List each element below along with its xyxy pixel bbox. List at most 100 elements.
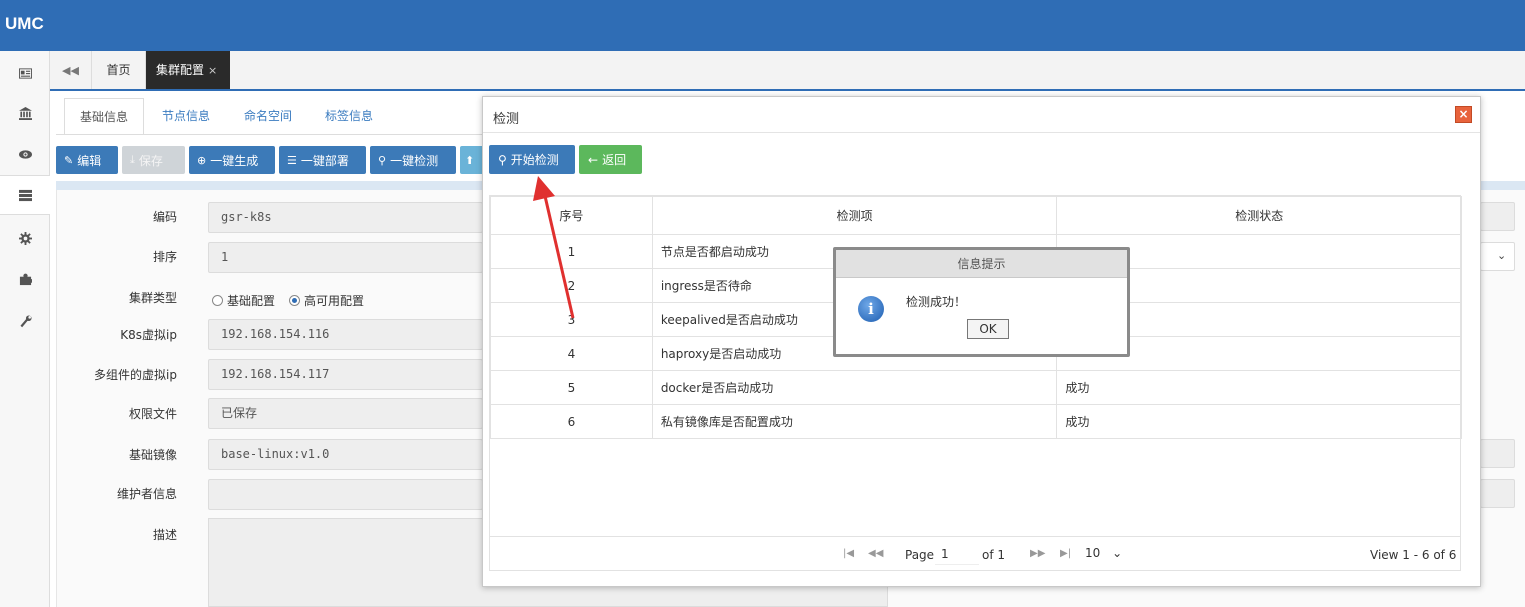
page-number-input[interactable]: 1 bbox=[935, 544, 979, 565]
page-count: of 1 bbox=[982, 548, 1006, 562]
column-header-item[interactable]: 检测项 bbox=[651, 196, 1058, 235]
tab-basic-info[interactable]: 基础信息 bbox=[64, 98, 144, 135]
code-input[interactable]: gsr-k8s bbox=[208, 202, 483, 233]
order-label: 排序 bbox=[152, 250, 177, 264]
k8s-vip-label: K8s虚拟ip bbox=[120, 328, 177, 342]
tab-divider bbox=[56, 134, 486, 135]
k8s-vip-input[interactable]: 192.168.154.116 bbox=[208, 319, 483, 350]
id-card-icon[interactable] bbox=[0, 53, 50, 93]
tab-cluster-config[interactable]: 集群配置 × bbox=[146, 51, 230, 89]
generate-button[interactable]: ⊕ 一键生成 bbox=[189, 146, 275, 174]
chevron-down-icon: ⌄ bbox=[1112, 546, 1123, 560]
cell-no: 6 bbox=[490, 404, 653, 439]
wrench-icon[interactable] bbox=[0, 301, 50, 341]
table-row[interactable]: 6 私有镜像库是否配置成功 成功 bbox=[490, 404, 1462, 439]
search-icon: ⚲ bbox=[378, 153, 387, 167]
tab-node-info[interactable]: 节点信息 bbox=[162, 98, 210, 135]
eye-icon[interactable] bbox=[0, 134, 50, 174]
order-input[interactable]: 1 bbox=[208, 242, 483, 273]
cluster-type-radio-group: 基础配置 高可用配置 bbox=[212, 292, 364, 309]
close-tab-icon[interactable]: × bbox=[208, 64, 217, 77]
info-message-box: 信息提示 i 检测成功！ OK bbox=[833, 247, 1130, 357]
cell-item: 私有镜像库是否配置成功 bbox=[651, 404, 1058, 439]
records-summary: View 1 - 6 of 6 bbox=[1370, 548, 1457, 562]
tab-home[interactable]: 首页 bbox=[92, 51, 146, 89]
right-field-3[interactable] bbox=[1480, 479, 1515, 508]
puzzle-icon[interactable] bbox=[0, 259, 50, 299]
message-text: 检测成功！ bbox=[906, 295, 967, 309]
back-button[interactable]: ← 返回 bbox=[579, 145, 642, 174]
pager: |◀ ◀◀ Page 1 of 1 ▶▶ ▶| 10 ⌄ View 1 - 6 … bbox=[490, 536, 1460, 572]
edit-icon: ✎ bbox=[64, 153, 74, 167]
gear-icon[interactable] bbox=[0, 218, 50, 258]
cell-no: 5 bbox=[490, 370, 653, 405]
page-size-select[interactable]: 10 ⌄ bbox=[1085, 546, 1122, 560]
generate-label: 一键生成 bbox=[210, 153, 259, 168]
check-button[interactable]: ⚲ 一键检测 bbox=[370, 146, 456, 174]
next-page-icon[interactable]: ▶▶ bbox=[1030, 548, 1045, 559]
download-icon: ⤓ bbox=[130, 153, 135, 166]
radio-ha-config[interactable] bbox=[289, 295, 301, 306]
tabs-scroll-left-icon[interactable]: ◀◀ bbox=[50, 51, 92, 89]
close-icon[interactable]: × bbox=[1455, 106, 1472, 123]
search-icon: ⚲ bbox=[498, 152, 507, 167]
first-page-icon[interactable]: |◀ bbox=[843, 548, 854, 559]
bank-icon[interactable] bbox=[0, 93, 50, 133]
multi-vip-input[interactable]: 192.168.154.117 bbox=[208, 359, 483, 390]
save-button[interactable]: ⤓ 保存 bbox=[122, 146, 185, 174]
dialog-header: 检测 × bbox=[483, 97, 1480, 133]
table-row[interactable]: 5 docker是否启动成功 成功 bbox=[490, 370, 1462, 405]
arrow-left-icon: ← bbox=[588, 152, 599, 167]
start-check-button[interactable]: ⚲ 开始检测 bbox=[489, 145, 575, 174]
cell-status: 成功 bbox=[1056, 404, 1462, 439]
upload-icon: ⬆ bbox=[465, 153, 475, 167]
edit-label: 编辑 bbox=[77, 153, 102, 168]
deploy-label: 一键部署 bbox=[300, 153, 349, 168]
page-size-value: 10 bbox=[1085, 546, 1101, 560]
start-check-label: 开始检测 bbox=[510, 153, 559, 167]
server-icon[interactable] bbox=[0, 175, 50, 215]
page-label: Page bbox=[905, 548, 935, 562]
base-image-label: 基础镜像 bbox=[128, 448, 177, 462]
radio-basic-config[interactable] bbox=[212, 295, 223, 306]
chevron-down-icon: ⌄ bbox=[1497, 249, 1507, 262]
cell-no: 1 bbox=[490, 234, 653, 269]
edit-button[interactable]: ✎ 编辑 bbox=[56, 146, 118, 174]
table-header-row: 序号 检测项 检测状态 bbox=[490, 196, 1462, 235]
code-label: 编码 bbox=[152, 210, 177, 224]
last-page-icon[interactable]: ▶| bbox=[1060, 548, 1071, 559]
cell-no: 2 bbox=[490, 268, 653, 303]
page-tab-bar: ◀◀ 首页 集群配置 × bbox=[50, 51, 1525, 91]
maintainer-label: 维护者信息 bbox=[116, 487, 177, 501]
back-label: 返回 bbox=[602, 153, 627, 167]
multi-vip-label: 多组件的虚拟ip bbox=[94, 368, 177, 382]
tab-label-info[interactable]: 标签信息 bbox=[325, 98, 373, 135]
tab-namespace[interactable]: 命名空间 bbox=[244, 98, 292, 135]
column-header-no[interactable]: 序号 bbox=[490, 196, 653, 235]
right-field-2[interactable] bbox=[1480, 439, 1515, 468]
upload-button[interactable]: ⬆ bbox=[460, 146, 484, 174]
prev-page-icon[interactable]: ◀◀ bbox=[868, 548, 883, 559]
cluster-type-label: 集群类型 bbox=[128, 291, 177, 305]
check-label: 一键检测 bbox=[390, 153, 439, 168]
base-image-input[interactable]: base-linux:v1.0 bbox=[208, 439, 483, 470]
left-sidebar bbox=[0, 51, 50, 607]
maintainer-input[interactable] bbox=[208, 479, 483, 510]
info-icon: i bbox=[858, 296, 884, 322]
description-label: 描述 bbox=[152, 528, 177, 542]
perm-file-label: 权限文件 bbox=[128, 407, 177, 421]
radio-basic-config-label: 基础配置 bbox=[227, 294, 276, 308]
message-title: 信息提示 bbox=[836, 250, 1127, 278]
cell-item: docker是否启动成功 bbox=[651, 370, 1058, 405]
cell-no: 3 bbox=[490, 302, 653, 337]
right-field-1[interactable] bbox=[1480, 202, 1515, 231]
save-label: 保存 bbox=[138, 153, 163, 168]
perm-file-input[interactable]: 已保存 bbox=[208, 398, 483, 429]
list-icon: ☰ bbox=[287, 153, 297, 167]
ok-button[interactable]: OK bbox=[967, 319, 1009, 339]
radio-ha-config-label: 高可用配置 bbox=[304, 294, 365, 308]
column-header-status[interactable]: 检测状态 bbox=[1056, 196, 1462, 235]
cell-no: 4 bbox=[490, 336, 653, 371]
top-bar: UMC bbox=[0, 0, 1525, 51]
deploy-button[interactable]: ☰ 一键部署 bbox=[279, 146, 366, 174]
